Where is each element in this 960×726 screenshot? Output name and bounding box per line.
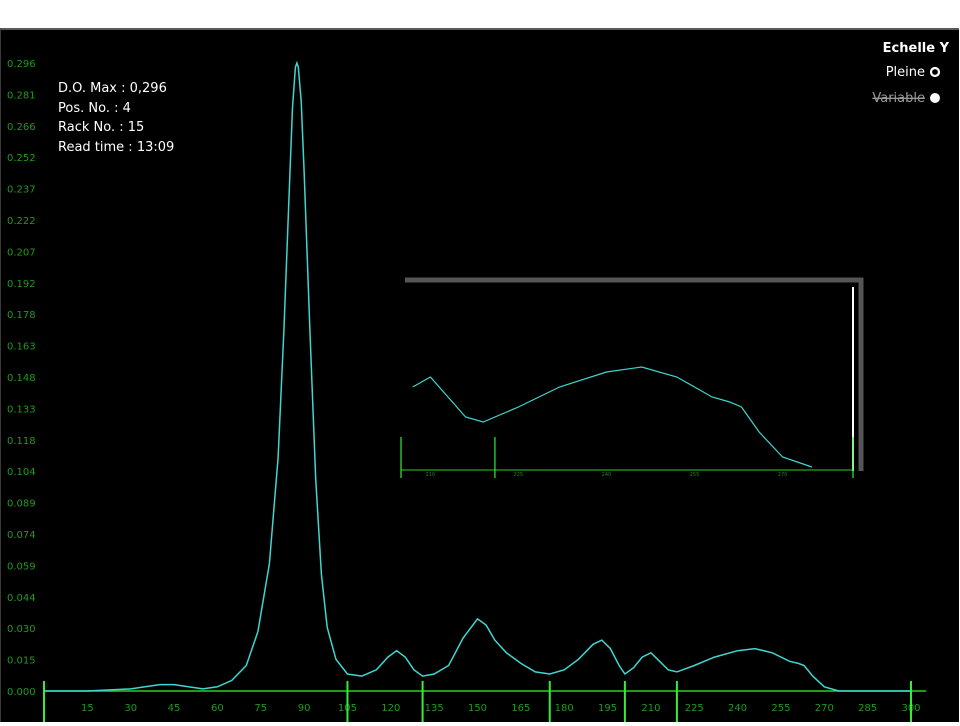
radio-full-icon[interactable] <box>929 66 941 78</box>
y-scale-option-full-label[interactable]: Pleine <box>886 65 925 80</box>
y-tick-label: 0.030 <box>7 624 36 635</box>
y-tick-label: 0.044 <box>7 593 36 604</box>
x-tick-label: 285 <box>858 703 877 714</box>
inset-tick-label: 225 <box>514 472 524 478</box>
do-max-label: D.O. Max : 0,296 <box>58 81 167 96</box>
y-tick-label: 0.252 <box>7 153 36 164</box>
densitometry-chart: 0.296 0.281 0.266 0.252 0.237 0.222 0.207 0.192… <box>7 41 950 722</box>
y-scale-legend: Echelle Y Pleine Variable <box>872 41 949 106</box>
x-tick-label: 15 <box>81 703 94 714</box>
read-time-label: Read time : 13:09 <box>58 140 174 155</box>
y-scale-option-variable[interactable]: Variable <box>872 91 940 106</box>
x-tick-label: 75 <box>254 703 267 714</box>
y-tick-label: 0.296 <box>7 59 36 70</box>
y-tick-label: 0.237 <box>7 185 36 196</box>
x-tick-label: 45 <box>168 703 181 714</box>
x-tick-label: 120 <box>381 703 400 714</box>
x-tick-label: 195 <box>598 703 617 714</box>
rack-no-label: Rack No. : 15 <box>58 120 144 135</box>
y-tick-label: 0.266 <box>7 122 36 133</box>
y-tick-label: 0.222 <box>7 216 36 227</box>
x-tick-label: 30 <box>124 703 137 714</box>
x-axis-tick-labels: 1530456075901051201351501651801952102252… <box>81 703 921 714</box>
x-tick-label: 60 <box>211 703 224 714</box>
y-tick-label: 0.163 <box>7 342 36 353</box>
y-tick-label: 0.074 <box>7 530 36 541</box>
info-box: D.O. Max : 0,296 Pos. No. : 4 Rack No. :… <box>58 81 174 155</box>
inset-trace <box>412 366 813 468</box>
y-axis-tick-labels: 0.296 0.281 0.266 0.252 0.237 0.222 0.207 0.192… <box>7 59 36 698</box>
x-tick-label: 255 <box>771 703 790 714</box>
x-tick-label: 135 <box>425 703 444 714</box>
plot-frame: 0.296 0.281 0.266 0.252 0.237 0.222 0.207 0.192… <box>0 28 959 722</box>
y-tick-label: 0.133 <box>7 404 36 415</box>
inset-tick-labels: 210 225 240 255 270 <box>426 472 788 478</box>
x-tick-label: 225 <box>685 703 704 714</box>
x-tick-label: 90 <box>298 703 311 714</box>
y-tick-label: 0.118 <box>7 436 36 447</box>
main-trace <box>44 60 911 692</box>
x-tick-label: 210 <box>641 703 660 714</box>
x-tick-label: 150 <box>468 703 487 714</box>
y-scale-title: Echelle Y <box>883 41 950 56</box>
inset-tick-label: 210 <box>426 472 436 478</box>
inset-tick-label: 270 <box>778 472 788 478</box>
inset-tick-label: 255 <box>690 472 700 478</box>
y-tick-label: 0.281 <box>7 90 36 101</box>
y-tick-label: 0.000 <box>7 687 36 698</box>
y-tick-label: 0.015 <box>7 656 36 667</box>
y-tick-label: 0.089 <box>7 499 36 510</box>
inset-tick-label: 240 <box>602 472 612 478</box>
y-tick-label: 0.104 <box>7 467 36 478</box>
y-tick-label: 0.059 <box>7 561 36 572</box>
x-tick-label: 240 <box>728 703 747 714</box>
y-tick-label: 0.148 <box>7 373 36 384</box>
x-tick-label: 165 <box>511 703 530 714</box>
zoom-inset: 210 225 240 255 270 <box>400 277 864 478</box>
x-tick-label: 180 <box>555 703 574 714</box>
radio-variable-icon[interactable] <box>930 93 940 103</box>
y-scale-option-full[interactable]: Pleine <box>886 65 941 80</box>
y-tick-label: 0.207 <box>7 247 36 258</box>
y-tick-label: 0.192 <box>7 279 36 290</box>
fraction-markers <box>43 681 912 722</box>
y-scale-option-variable-label[interactable]: Variable <box>872 91 925 106</box>
y-tick-label: 0.178 <box>7 310 36 321</box>
x-tick-label: 270 <box>815 703 834 714</box>
pos-no-label: Pos. No. : 4 <box>58 101 131 116</box>
